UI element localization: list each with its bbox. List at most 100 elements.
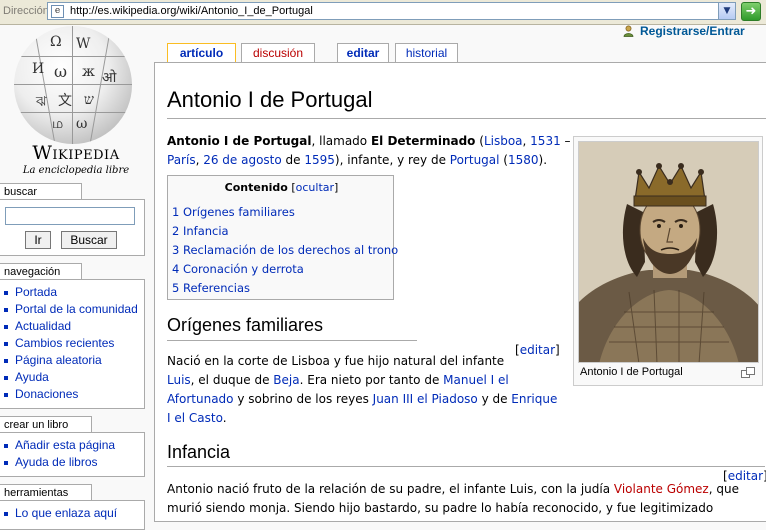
search-portlet: Ir Buscar [0,199,145,256]
page-icon: e [51,5,64,18]
tab-article[interactable]: artículo [167,43,236,63]
link-beja[interactable]: Beja [273,373,299,387]
origenes-line-1: Nació en la corte de Lisboa y fue hijo n… [167,354,505,368]
intro-text: de [281,153,305,167]
body-text: , el duque de [190,373,274,387]
toc-item[interactable]: 5 Referencias [172,279,398,298]
thumbnail-caption: Antonio I de Portugal [580,366,683,378]
intro-text: , llamado [311,134,371,148]
infancia-line-2: murió siendo monja. Siendo hijo bastardo… [167,501,714,515]
toc-item[interactable]: 4 Coronación y derrota [172,260,398,279]
sidebar-item-lo-que-enlaza[interactable]: Lo que enlaza aquí [0,505,144,522]
link-violante-gomez[interactable]: Violante Gómez [614,482,709,496]
go-button[interactable]: Ir [25,231,51,249]
edit-link[interactable]: editar [520,343,555,357]
link-enrique-i-cont[interactable]: I el Casto [167,411,223,425]
toc-item[interactable]: 2 Infancia [172,222,398,241]
globe-icon: Ω W И ω ж ओ ঝ 文 ש ம ω [14,26,132,144]
title-divider [167,118,766,119]
link-1580[interactable]: 1580 [508,153,539,167]
search-input[interactable] [5,207,135,225]
portrait-image[interactable] [578,141,759,363]
sidebar-item-cambios-recientes[interactable]: Cambios recientes [0,335,144,352]
search-button[interactable]: Buscar [61,231,117,249]
logo-tagline: La enciclopedia libre [22,165,130,176]
article-name: Antonio I de Portugal [167,134,312,148]
book-portlet-header: crear un libro [0,416,92,432]
login-link[interactable]: Registrarse/Entrar [640,24,745,38]
link-luis[interactable]: Luis [167,373,191,387]
chevron-down-icon[interactable]: ▼ [718,3,735,19]
body-text: y de [477,392,512,406]
intro-text: ( [475,134,484,148]
search-portlet-header: buscar [0,183,82,199]
origenes-line-3: Afortunado y sobrino de los reyes Juan I… [167,390,557,409]
sidebar-item-ayuda-libros[interactable]: Ayuda de libros [0,454,144,471]
body-text: . Era nieto por tanto de [299,373,444,387]
link-manuel-i-cont[interactable]: Afortunado [167,392,234,406]
user-icon [623,25,634,37]
tools-portlet-header: herramientas [0,484,92,500]
section-heading-origenes: Orígenes familiares [167,315,324,335]
tab-edit[interactable]: editar [337,43,389,62]
article-content: Antonio I de Portugal Antonio I de Portu… [154,62,766,522]
section-divider [167,340,417,341]
link-enrique-i[interactable]: Enrique [511,392,557,406]
body-text: . [222,411,227,425]
address-bar: Dirección e http://es.wikipedia.org/wiki… [0,0,766,25]
section-heading-infancia: Infancia [167,442,231,462]
link-portugal[interactable]: Portugal [450,153,500,167]
book-portlet: Añadir esta página Ayuda de libros [0,432,145,477]
page-title: Antonio I de Portugal [167,87,373,112]
intro-text: ), infante, y rey de [334,153,450,167]
tab-history[interactable]: historial [395,43,458,62]
wikipedia-logo[interactable]: Ω W И ω ж ओ ঝ 文 ש ம ω Wikipedia La encic… [8,24,138,180]
toc-item[interactable]: 1 Orígenes familiares [172,203,398,222]
thumbnail: Antonio I de Portugal [573,136,763,386]
sidebar-item-anadir-pagina[interactable]: Añadir esta página [0,437,144,454]
sidebar-item-portada[interactable]: Portada [0,284,144,301]
portrait-drawing [579,142,758,362]
sidebar-item-donaciones[interactable]: Donaciones [0,386,144,403]
body-text: , que [708,482,739,496]
navigation-portlet: Portada Portal de la comunidad Actualida… [0,279,145,409]
sidebar-item-ayuda[interactable]: Ayuda [0,369,144,386]
toc-toggle-link[interactable]: ocultar [296,181,334,194]
address-input[interactable]: e http://es.wikipedia.org/wiki/Antonio_I… [47,2,736,20]
toc-title: Contenido [ocultar] [224,181,339,194]
origenes-line-2: Luis, el duque de Beja. Era nieto por ta… [167,371,509,390]
intro-text: ). [538,153,548,167]
body-text: y sobrino de los reyes [233,392,373,406]
infancia-line-1: Antonio nació fruto de la relación de su… [167,480,739,499]
navigation-portlet-header: navegación [0,263,82,279]
sidebar-item-portal-comunidad[interactable]: Portal de la comunidad [0,301,144,318]
link-1595[interactable]: 1595 [304,153,335,167]
link-manuel-i[interactable]: Manuel I el [443,373,509,387]
address-url[interactable]: http://es.wikipedia.org/wiki/Antonio_I_d… [70,5,313,17]
edit-section-origenes[interactable]: [editar] [515,343,560,357]
enlarge-icon[interactable] [741,367,755,378]
address-label: Dirección [3,5,49,17]
link-paris[interactable]: París [167,153,196,167]
link-1531[interactable]: 1531 [530,134,561,148]
article-epithet: El Determinado [370,134,476,148]
sidebar-item-pagina-aleatoria[interactable]: Página aleatoria [0,352,144,369]
intro-line-2: París, 26 de agosto de 1595), infante, y… [167,151,547,170]
go-arrow-icon[interactable]: ➜ [741,2,761,21]
tools-portlet: Lo que enlaza aquí [0,500,145,530]
logo-wordmark: Wikipedia [32,142,120,164]
link-26-agosto[interactable]: 26 de agosto [203,153,282,167]
origenes-line-4: I el Casto. [167,409,227,428]
intro-text: ( [499,153,508,167]
toc-item[interactable]: 3 Reclamación de los derechos al trono [172,241,398,260]
section-divider [167,466,765,467]
tab-discussion[interactable]: discusión [241,43,315,62]
intro-line-1: Antonio I de Portugal, llamado El Determ… [167,132,571,151]
sidebar-item-actualidad[interactable]: Actualidad [0,318,144,335]
table-of-contents: Contenido [ocultar] 1 Orígenes familiare… [167,175,398,300]
body-text: Antonio nació fruto de la relación de su… [167,482,614,496]
link-juan-iii[interactable]: Juan III el Piadoso [373,392,478,406]
link-lisboa[interactable]: Lisboa [484,134,523,148]
toc-heading: Contenido [224,181,288,194]
intro-text: – [560,134,571,148]
